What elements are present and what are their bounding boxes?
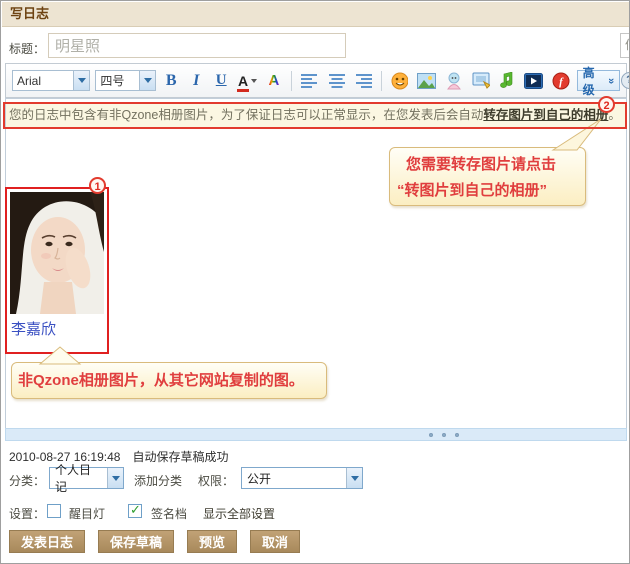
font-family-select[interactable]: Arial (12, 70, 90, 91)
font-family-value: Arial (13, 74, 73, 88)
title-label: 标题： (9, 40, 45, 57)
signature-checkbox[interactable] (128, 504, 142, 518)
toolbar-divider (381, 71, 382, 91)
callout-transfer-hint: 您需要转存图片请点击 “转图片到自己的相册” (389, 147, 586, 206)
action-button-row: 发表日志 保存草稿 预览 取消 (9, 530, 300, 553)
align-right-button[interactable] (352, 70, 374, 92)
callout-top-tail (543, 117, 607, 151)
font-size-value: 四号 (96, 72, 139, 89)
video-icon (524, 73, 543, 89)
toolbar-divider (291, 71, 292, 91)
cancel-button[interactable]: 取消 (250, 530, 300, 553)
italic-icon: I (193, 72, 199, 90)
transfer-notice-bar: 您的日志中包含有非Qzone相册图片，为了保证日志可以正常显示，在您发表后会自动… (6, 104, 625, 127)
notice-text: 您的日志中包含有非Qzone相册图片，为了保证日志可以正常显示，在您发表后会自动 (9, 108, 483, 122)
align-center-icon (328, 74, 346, 88)
insert-image-button[interactable] (415, 70, 438, 92)
callout-nonqzone-image: 非Qzone相册图片，从其它网站复制的图。 (11, 362, 327, 399)
permission-select[interactable]: 公开 (241, 467, 363, 489)
screenshot-icon (472, 72, 491, 89)
align-left-icon (301, 74, 319, 88)
align-center-button[interactable] (326, 70, 348, 92)
font-color-button[interactable]: A (236, 70, 259, 92)
settings-label: 设置： (9, 505, 45, 522)
insert-flash-button[interactable]: f (550, 70, 572, 92)
font-color-icon: A (238, 74, 248, 88)
emoticon-icon (391, 72, 409, 90)
callout-line1: 您需要转存图片请点击 (390, 152, 585, 178)
callout-bottom-tail (37, 345, 83, 365)
italic-button[interactable]: I (186, 70, 206, 92)
bold-icon: B (166, 72, 177, 90)
photo-caption-link[interactable]: 李嘉欣 (11, 318, 56, 339)
highlight-option-label: 醒目灯 (69, 505, 105, 522)
annotation-badge-1: 1 (89, 177, 106, 194)
category-value: 个人日记 (50, 461, 107, 495)
editor-resize-handle[interactable] (5, 428, 627, 441)
size-dropdown-icon (139, 71, 155, 90)
advanced-button[interactable]: 高级 (577, 70, 620, 91)
magic-emoticon-button[interactable] (443, 70, 465, 92)
publish-button[interactable]: 发表日志 (9, 530, 85, 553)
chevron-down-icon (107, 468, 123, 488)
annotated-photo-block[interactable]: 李嘉欣 (5, 187, 109, 354)
chevron-down-icon (346, 468, 362, 488)
preview-button[interactable]: 预览 (187, 530, 237, 553)
autosave-status: 2010-08-27 16:19:48自动保存草稿成功 (9, 448, 228, 465)
font-size-select[interactable]: 四号 (95, 70, 156, 91)
category-label: 分类： (9, 472, 45, 489)
write-journal-window: 写日志 标题： 信 Arial 四号 B I U A A (0, 0, 630, 564)
rainbow-icon: A (269, 72, 280, 89)
annotation-badge-2: 2 (598, 96, 615, 113)
underline-icon: U (216, 72, 227, 89)
editor-toolbar: Arial 四号 B I U A A (5, 63, 627, 98)
category-select[interactable]: 个人日记 (49, 467, 124, 489)
double-chevron-icon (605, 77, 617, 83)
portrait-photo (10, 192, 104, 314)
permission-value: 公开 (242, 470, 346, 487)
title-input[interactable] (48, 33, 346, 58)
save-draft-button[interactable]: 保存草稿 (98, 530, 174, 553)
add-category-link[interactable]: 添加分类 (134, 472, 182, 489)
flash-icon: f (552, 72, 570, 90)
autosave-message: 自动保存草稿成功 (132, 450, 228, 464)
caret-down-icon (251, 79, 257, 83)
header-bar: 写日志 (2, 2, 630, 27)
underline-button[interactable]: U (211, 70, 231, 92)
callout-bottom-text: 非Qzone相册图片，从其它网站复制的图。 (12, 363, 326, 398)
show-all-settings-link[interactable]: 显示全部设置 (203, 505, 275, 522)
callout-line2: “转图片到自己的相册” (390, 178, 585, 204)
page-title: 写日志 (2, 2, 630, 26)
music-icon (499, 72, 515, 90)
highlight-checkbox[interactable] (47, 504, 61, 518)
signature-option-label: 签名档 (151, 505, 187, 522)
align-right-icon (354, 74, 372, 88)
resize-grip-dots-icon (429, 433, 459, 437)
stationery-button[interactable]: 信 (620, 33, 630, 58)
advanced-label: 高级 (583, 64, 606, 98)
permission-label: 权限： (198, 472, 234, 489)
bold-button[interactable]: B (161, 70, 181, 92)
magic-emoticon-icon (445, 72, 463, 90)
screenshot-button[interactable] (470, 70, 493, 92)
insert-video-button[interactable] (522, 70, 545, 92)
emoticon-button[interactable] (389, 70, 411, 92)
font-dropdown-icon (73, 71, 89, 90)
insert-music-button[interactable] (497, 70, 517, 92)
image-icon (417, 73, 436, 89)
rainbow-text-button[interactable]: A (264, 70, 284, 92)
align-left-button[interactable] (299, 70, 321, 92)
